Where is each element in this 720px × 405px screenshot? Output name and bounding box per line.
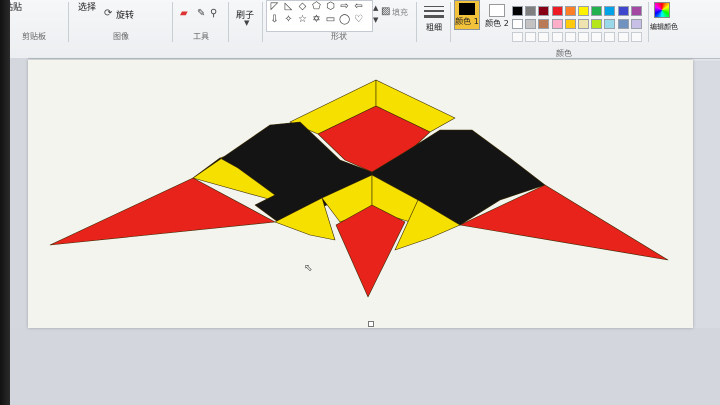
group-label-tools: 工具 — [193, 32, 209, 41]
palette-swatch-empty[interactable] — [578, 32, 589, 42]
scroll-up-icon[interactable]: ▲ — [373, 4, 378, 12]
hexagon-shape-icon[interactable]: ⬡ — [325, 1, 336, 12]
palette-swatch[interactable] — [630, 19, 642, 29]
palette-swatch-empty[interactable] — [538, 32, 550, 42]
separator — [262, 2, 263, 42]
palette-swatch-empty[interactable] — [591, 32, 603, 42]
group-label-clipboard: 剪贴板 — [22, 32, 46, 41]
palette-swatch-empty[interactable] — [604, 32, 616, 42]
palette-swatch[interactable] — [538, 19, 550, 29]
palette-swatch[interactable] — [578, 19, 589, 29]
heart-shape-icon[interactable]: ♡ — [353, 14, 364, 25]
chevron-down-icon[interactable]: ▼ — [244, 19, 249, 27]
rotate-button[interactable]: 旋转 — [116, 8, 134, 21]
palette-swatch-empty[interactable] — [525, 32, 537, 42]
rotate-icon: ⟳ — [104, 8, 113, 19]
palette-swatch[interactable] — [604, 6, 616, 16]
palette-swatch[interactable] — [617, 19, 629, 29]
palette-swatch[interactable] — [551, 19, 563, 29]
kite-drawing — [49, 79, 669, 298]
palette-swatch-empty[interactable] — [551, 32, 563, 42]
fill-icon[interactable]: ▨ — [381, 6, 390, 17]
palette-swatch[interactable] — [525, 6, 537, 16]
palette-swatch[interactable] — [564, 6, 576, 16]
magnifier-icon[interactable]: ⚲ — [210, 8, 217, 19]
palette-swatch[interactable] — [591, 6, 603, 16]
color1-label: 颜色 1 — [455, 17, 479, 26]
arrow-left-shape-icon[interactable]: ⇦ — [353, 1, 364, 12]
scroll-down-icon[interactable]: ▼ — [373, 16, 378, 24]
right-triangle-shape-icon[interactable]: ◺ — [283, 1, 294, 12]
palette-swatch[interactable] — [512, 6, 523, 16]
palette-swatch[interactable] — [551, 6, 563, 16]
separator — [416, 2, 417, 42]
paint-window: 粘贴 剪贴板 选择 ⟳ 旋转 图像 ▰ ✎ ⚲ 工具 刷子 ▼ ◸ ◺ ◇ ⬠ … — [0, 0, 720, 405]
star4-shape-icon[interactable]: ✧ — [283, 14, 294, 25]
monitor-bezel — [0, 0, 10, 405]
callout-oval-shape-icon[interactable]: ◯ — [339, 14, 350, 25]
palette-swatch-empty[interactable] — [512, 32, 523, 42]
palette-swatch[interactable] — [630, 6, 642, 16]
separator — [228, 2, 229, 42]
group-label-image: 图像 — [113, 32, 129, 41]
eraser-icon[interactable]: ▰ — [180, 8, 188, 19]
group-label-shapes: 形状 — [331, 32, 347, 41]
palette-swatch-empty[interactable] — [630, 32, 642, 42]
shapes-gallery: ◸ ◺ ◇ ⬠ ⬡ ⇨ ⇦ ⇩ ✧ ☆ ✡ ▭ ◯ ♡ — [266, 0, 373, 32]
palette-swatch[interactable] — [538, 6, 550, 16]
size-button[interactable]: 粗细 — [426, 22, 442, 33]
ribbon-toolbar: 粘贴 剪贴板 选择 ⟳ 旋转 图像 ▰ ✎ ⚲ 工具 刷子 ▼ ◸ ◺ ◇ ⬠ … — [0, 0, 720, 59]
palette-swatch[interactable] — [617, 6, 629, 16]
separator — [648, 2, 649, 42]
triangle-shape-icon[interactable]: ◸ — [269, 1, 280, 12]
workspace-background — [10, 328, 720, 405]
edit-colors-icon[interactable] — [654, 2, 670, 18]
palette-swatch-empty[interactable] — [617, 32, 629, 42]
palette-swatch[interactable] — [564, 19, 576, 29]
color1-button[interactable]: 颜色 1 — [454, 0, 480, 30]
color2-swatch — [489, 4, 505, 17]
canvas-resize-handle[interactable] — [368, 321, 374, 327]
palette-swatch[interactable] — [512, 19, 523, 29]
pentagon-shape-icon[interactable]: ⬠ — [311, 1, 322, 12]
mouse-cursor-icon: ⬁ — [304, 263, 313, 274]
separator — [172, 2, 173, 42]
palette-swatch[interactable] — [525, 19, 537, 29]
edit-colors-button[interactable]: 编辑颜色 — [650, 22, 678, 32]
arrow-right-shape-icon[interactable]: ⇨ — [339, 1, 350, 12]
arrow-down-shape-icon[interactable]: ⇩ — [269, 14, 280, 25]
color1-swatch — [459, 3, 475, 15]
separator — [68, 2, 69, 42]
select-button[interactable]: 选择 — [78, 0, 96, 13]
color2-label: 颜色 2 — [485, 19, 509, 28]
palette-swatch[interactable] — [604, 19, 616, 29]
palette-swatch-empty[interactable] — [564, 32, 576, 42]
color2-button[interactable]: 颜色 2 — [484, 0, 510, 30]
star6-shape-icon[interactable]: ✡ — [311, 14, 322, 25]
color-picker-icon[interactable]: ✎ — [197, 8, 205, 19]
diamond-shape-icon[interactable]: ◇ — [297, 1, 308, 12]
palette-swatch[interactable] — [578, 6, 589, 16]
drawing-canvas[interactable] — [28, 60, 693, 328]
group-label-colors: 颜色 — [556, 49, 572, 58]
fill-button[interactable]: 填充 — [392, 7, 408, 18]
palette-swatch[interactable] — [591, 19, 603, 29]
callout-rect-shape-icon[interactable]: ▭ — [325, 14, 336, 25]
star5-shape-icon[interactable]: ☆ — [297, 14, 308, 25]
size-icon[interactable] — [424, 4, 444, 20]
separator — [450, 2, 451, 42]
